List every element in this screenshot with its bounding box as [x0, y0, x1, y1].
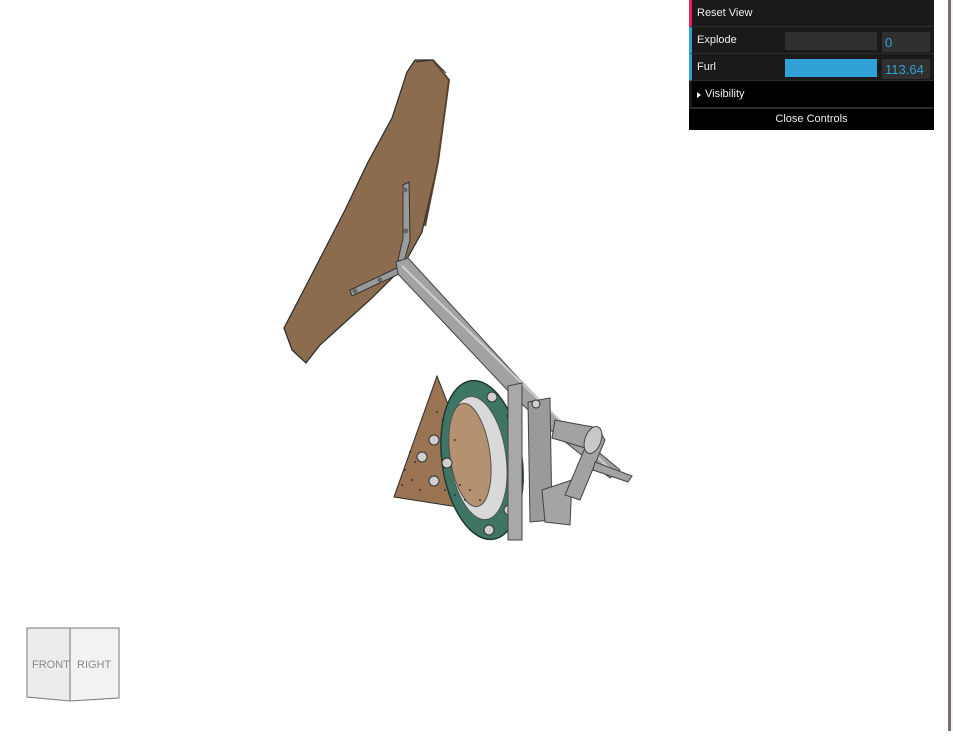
furl-slider-fill — [785, 59, 877, 77]
furl-label: Furl — [697, 61, 716, 73]
cube-right-label: RIGHT — [77, 659, 112, 671]
furl-control: Furl 113.64 — [689, 54, 934, 81]
reset-view-label: Reset View — [697, 7, 753, 19]
view-cube[interactable]: FRONT RIGHT — [26, 627, 121, 703]
caret-right-icon — [697, 92, 701, 98]
visibility-label: Visibility — [705, 88, 745, 100]
explode-slider[interactable] — [785, 32, 877, 50]
view-cube-graphic: FRONT RIGHT — [26, 627, 120, 702]
explode-control: Explode 0 — [689, 27, 934, 54]
tail-vane — [283, 59, 451, 364]
visibility-folder[interactable]: Visibility — [689, 81, 934, 108]
yaw-post — [507, 382, 573, 541]
reset-view-button[interactable]: Reset View — [689, 0, 934, 27]
explode-input[interactable]: 0 — [882, 32, 930, 52]
furl-slider[interactable] — [785, 59, 877, 77]
furl-input[interactable]: 113.64 — [882, 59, 930, 79]
explode-label: Explode — [697, 34, 737, 46]
controls-panel: Reset View Explode 0 Furl 113.64 Visibil… — [689, 0, 934, 130]
cube-front-label: FRONT — [32, 659, 70, 671]
close-controls-button[interactable]: Close Controls — [689, 108, 934, 130]
